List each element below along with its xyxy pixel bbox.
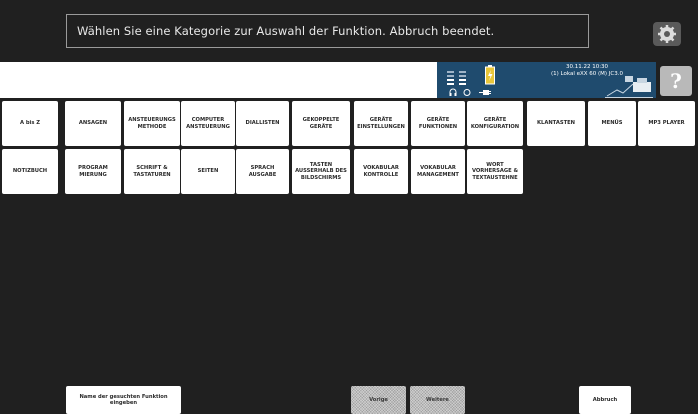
status-date: 30.11.22 10:30 (565, 64, 609, 70)
plug-icon (479, 90, 491, 95)
cancel-button[interactable]: Abbruch (579, 386, 631, 414)
category-button[interactable]: DIALLISTEN (236, 101, 289, 146)
next-button[interactable]: Weitere (410, 386, 465, 414)
category-button[interactable]: GEKOPPELTE GERÄTE (292, 101, 350, 146)
previous-button[interactable]: Vorige (351, 386, 406, 414)
battery-icon (485, 65, 495, 85)
category-button[interactable]: VOKABULAR KONTROLLE (354, 149, 408, 194)
device-status-panel: 30.11.22 10:30 (1) Lokal eXX 60 (M) JC3.… (437, 62, 656, 98)
category-button[interactable]: ANSAGEN (65, 101, 121, 146)
category-button[interactable]: SEITEN (181, 149, 235, 194)
settings-button[interactable] (653, 22, 681, 46)
category-button[interactable]: PROGRAM MIERUNG (65, 149, 121, 194)
category-button[interactable]: GERÄTE KONFIGURATION (467, 101, 523, 146)
message-bar (0, 62, 437, 98)
category-button[interactable]: SCHRIFT & TASTATUREN (124, 149, 180, 194)
category-button[interactable]: ANSTEUERUNGS METHODE (124, 101, 180, 146)
search-function-button[interactable]: Name der gesuchten Funktion eingeben (66, 386, 181, 414)
category-button[interactable]: MENÜS (588, 101, 636, 146)
category-button[interactable]: COMPUTER ANSTEUERUNG (181, 101, 235, 146)
printer-icon (605, 76, 653, 98)
category-button[interactable]: GERÄTE EINSTELLUNGEN (354, 101, 408, 146)
settings-icon (658, 25, 676, 43)
instruction-prompt: Wählen Sie eine Kategorie zur Auswahl de… (66, 14, 589, 48)
category-button[interactable]: SPRACH AUSGABE (236, 149, 289, 194)
category-button[interactable]: A bis Z (2, 101, 58, 146)
category-button[interactable]: VOKABULAR MANAGEMENT (411, 149, 465, 194)
category-button[interactable]: NOTIZBUCH (2, 149, 58, 194)
category-button[interactable]: KLANTASTEN (527, 101, 585, 146)
category-button[interactable]: WORT VORHERSAGE & TEXTAUSTEHNE (467, 149, 523, 194)
plug-icon (463, 89, 471, 96)
signal-bars-icon (447, 71, 466, 85)
help-button[interactable]: ? (660, 66, 692, 96)
category-button[interactable]: TASTEN AUSSERHALB DES BILDSCHIRMS (292, 149, 350, 194)
headphones-icon (449, 88, 457, 96)
category-button[interactable]: MP3 PLAYER (638, 101, 695, 146)
category-button[interactable]: GERÄTE FUNKTIONEN (411, 101, 465, 146)
